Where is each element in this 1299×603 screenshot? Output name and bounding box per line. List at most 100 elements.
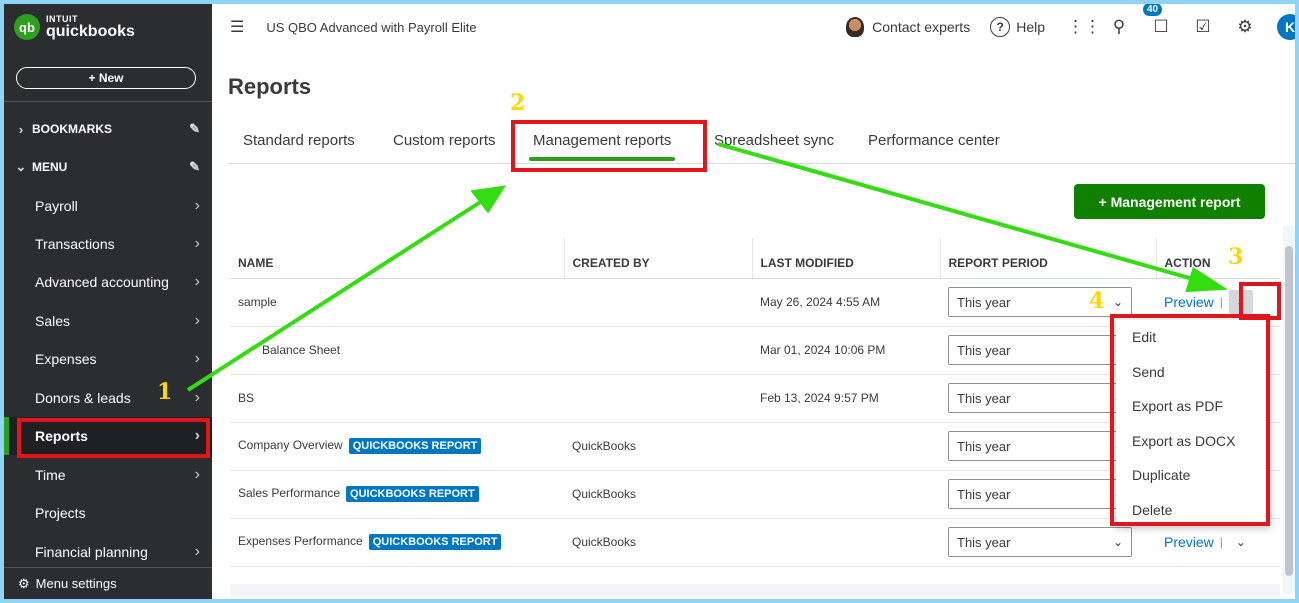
quickbooks-report-badge: QUICKBOOKS REPORT <box>348 438 482 454</box>
menu-label: MENU <box>32 160 68 174</box>
apps-grid-icon[interactable]: ⋮⋮ <box>1067 17 1101 37</box>
edit-menu-pencil-icon[interactable]: ✎ <box>189 159 200 175</box>
column-header-name[interactable]: NAME <box>230 238 565 279</box>
report-name-cell[interactable]: BS <box>230 374 564 423</box>
sidebar-item-label: Financial planning <box>35 544 148 560</box>
column-header-created-by[interactable]: CREATED BY <box>564 238 753 279</box>
bookmarks-toggle[interactable]: › BOOKMARKS ✎ <box>4 114 212 144</box>
contact-experts-label: Contact experts <box>872 19 971 35</box>
tab-spreadsheet-sync[interactable]: Spreadsheet sync <box>714 132 834 149</box>
contact-experts-button[interactable]: Contact experts <box>846 17 970 37</box>
annotation-number-1: 1 <box>157 379 173 405</box>
report-name-cell[interactable]: Balance Sheet <box>230 326 564 375</box>
menu-settings-label: Menu settings <box>35 576 117 591</box>
bookmarks-label: BOOKMARKS <box>32 122 112 136</box>
report-name[interactable]: sample <box>238 295 277 309</box>
help-button[interactable]: ? Help <box>990 17 1045 37</box>
report-name-cell[interactable]: sample <box>230 278 564 327</box>
report-name[interactable]: Sales Performance <box>238 486 340 500</box>
sidebar-item-label: Projects <box>35 505 86 521</box>
preview-link[interactable]: Preview <box>1164 534 1214 550</box>
sidebar-item-label: Sales <box>35 313 71 329</box>
top-bar: ☰ US QBO Advanced with Payroll Elite Con… <box>212 4 1295 50</box>
report-name-cell[interactable]: Sales Performance QUICKBOOKS REPORT <box>230 470 564 519</box>
vertical-scrollbar[interactable] <box>1283 226 1295 594</box>
sidebar-item-payroll[interactable]: Payroll › <box>4 187 212 225</box>
report-period-select[interactable]: This year⌄ <box>948 431 1132 461</box>
sidebar-item-donors-leads[interactable]: Donors & leads › <box>4 379 212 417</box>
column-header-report-period[interactable]: REPORT PERIOD <box>940 238 1157 279</box>
clipboard-tasks-icon[interactable]: ☑ <box>1193 17 1213 37</box>
quickbooks-logo[interactable]: qb INTUIT quickbooks <box>14 14 135 40</box>
report-tabs: Standard reports Custom reports Manageme… <box>228 122 1295 164</box>
user-avatar[interactable]: K <box>1277 14 1295 40</box>
sidebar-item-sales[interactable]: Sales › <box>4 302 212 340</box>
sidebar-item-label: Donors & leads <box>35 390 131 406</box>
hamburger-menu-icon[interactable]: ☰ <box>230 17 244 37</box>
settings-gear-icon[interactable]: ⚙ <box>1235 17 1255 37</box>
report-period-select[interactable]: This year⌄ <box>948 383 1132 413</box>
report-period-select[interactable]: This year⌄ <box>948 479 1132 509</box>
chevron-right-icon: › <box>194 389 200 406</box>
last-modified-cell <box>752 470 940 519</box>
chevron-right-icon: › <box>194 350 200 367</box>
chevron-down-icon: ⌄ <box>1112 295 1123 309</box>
scrollbar-thumb[interactable] <box>1285 246 1293 576</box>
new-button[interactable]: + New <box>16 67 196 89</box>
report-name[interactable]: Expenses Performance <box>238 534 363 548</box>
action-dropdown-chevron-icon[interactable]: ⌄ <box>1229 530 1253 554</box>
report-period-value: This year <box>957 486 1011 502</box>
report-period-select[interactable]: This year⌄ <box>948 527 1132 557</box>
created-by-cell <box>564 374 752 423</box>
created-by-cell <box>564 326 752 375</box>
column-header-action: ACTION <box>1156 238 1280 279</box>
annotation-arrowhead-1 <box>470 185 507 214</box>
chevron-right-icon: › <box>194 235 200 252</box>
last-modified-cell: Mar 01, 2024 10:06 PM <box>752 326 940 375</box>
chevron-right-icon: › <box>194 273 200 290</box>
add-management-report-button[interactable]: + Management report <box>1074 184 1265 219</box>
chevron-down-icon: ⌄ <box>1112 535 1123 549</box>
search-icon[interactable]: ⚲ <box>1109 17 1129 37</box>
quickbooks-report-badge: QUICKBOOKS REPORT <box>368 534 502 550</box>
action-divider: | <box>1219 295 1223 309</box>
sidebar-item-expenses[interactable]: Expenses › <box>4 340 212 378</box>
tab-standard-reports[interactable]: Standard reports <box>243 132 355 149</box>
report-period-value: This year <box>957 438 1011 454</box>
tab-custom-reports[interactable]: Custom reports <box>393 132 496 149</box>
table-header-row: NAME CREATED BY LAST MODIFIED REPORT PER… <box>230 238 1280 279</box>
column-header-last-modified[interactable]: LAST MODIFIED <box>752 238 941 279</box>
gear-icon: ⚙ <box>18 575 30 591</box>
report-name[interactable]: Company Overview <box>238 438 343 452</box>
sidebar-item-label: Transactions <box>35 236 115 252</box>
sidebar-item-label: Advanced accounting <box>35 274 169 290</box>
sidebar-item-advanced-accounting[interactable]: Advanced accounting › <box>4 263 212 301</box>
logo-line2: quickbooks <box>46 22 135 40</box>
report-period-select[interactable]: This year⌄ <box>948 335 1132 365</box>
tab-performance-center[interactable]: Performance center <box>868 132 1000 149</box>
sidebar-item-financial-planning[interactable]: Financial planning › <box>4 533 212 571</box>
chevron-down-icon: ⌄ <box>15 159 27 174</box>
report-period-value: This year <box>957 342 1011 358</box>
annotation-box-reports <box>17 418 210 458</box>
report-period-value: This year <box>957 390 1011 406</box>
edit-bookmarks-pencil-icon[interactable]: ✎ <box>189 121 200 137</box>
horizontal-scrollbar[interactable] <box>230 584 1280 596</box>
app-window: qb INTUIT quickbooks + New › BOOKMARKS ✎… <box>4 4 1295 599</box>
report-name-cell[interactable]: Expenses Performance QUICKBOOKS REPORT <box>230 518 564 567</box>
chevron-right-icon: › <box>18 121 24 137</box>
notifications-bell-icon[interactable]: ☐ 40 <box>1143 4 1171 37</box>
menu-settings-button[interactable]: ⚙ Menu settings <box>4 567 212 599</box>
sidebar-item-transactions[interactable]: Transactions › <box>4 225 212 263</box>
report-name[interactable]: Balance Sheet <box>262 343 340 357</box>
created-by-cell: QuickBooks <box>564 470 752 519</box>
report-period-value: This year <box>957 294 1011 310</box>
preview-link[interactable]: Preview <box>1164 294 1214 310</box>
page-title: Reports <box>228 74 312 99</box>
report-name[interactable]: BS <box>238 391 254 405</box>
sidebar-item-projects[interactable]: Projects <box>4 494 212 532</box>
report-period-select[interactable]: This year ⌄ <box>948 287 1132 317</box>
report-name-cell[interactable]: Company Overview QUICKBOOKS REPORT <box>230 422 564 471</box>
sidebar-item-time[interactable]: Time › <box>4 456 212 494</box>
menu-toggle[interactable]: ⌄ MENU ✎ <box>4 152 212 182</box>
